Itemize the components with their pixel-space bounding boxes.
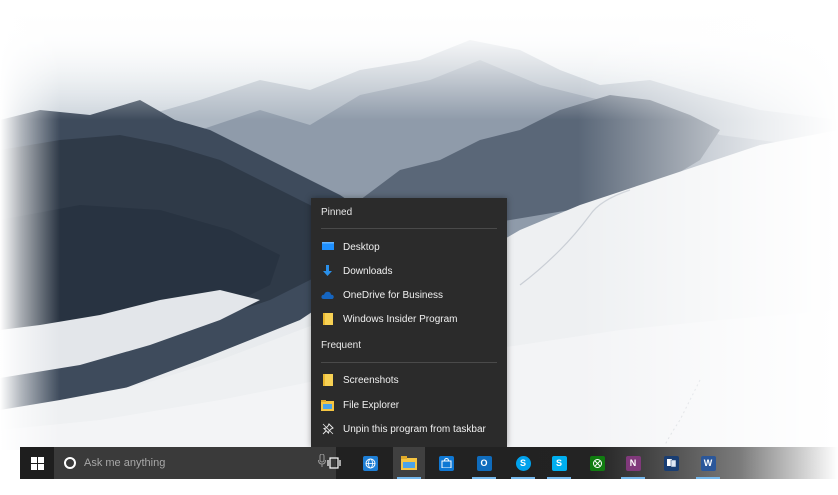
solitaire-icon	[663, 455, 679, 471]
task-view-button[interactable]	[318, 447, 350, 479]
running-indicator	[547, 477, 571, 479]
divider	[321, 228, 497, 229]
taskbar-app-skype[interactable]: S	[543, 447, 575, 479]
skype-icon: S	[551, 455, 567, 471]
jumplist-item-label: Downloads	[343, 265, 393, 277]
taskbar-app-outlook[interactable]: O	[468, 447, 500, 479]
store-icon	[438, 455, 454, 471]
running-indicator	[696, 477, 720, 479]
start-button[interactable]	[20, 447, 54, 479]
taskbar-app-word[interactable]: W	[692, 447, 724, 479]
jumplist-item-label: OneDrive for Business	[343, 289, 444, 301]
folder-icon	[321, 374, 334, 387]
cortana-icon	[64, 457, 76, 469]
jumplist-item-file-explorer[interactable]: File Explorer	[311, 394, 507, 416]
desktop-icon	[321, 241, 334, 254]
frequent-header: Frequent	[321, 340, 362, 351]
search-placeholder: Ask me anything	[84, 457, 166, 469]
outlook-icon: O	[476, 455, 492, 471]
xbox-icon	[589, 455, 605, 471]
jumplist-item-downloads[interactable]: Downloads	[311, 260, 507, 282]
taskbar-app-skype-for-business[interactable]: S	[507, 447, 539, 479]
running-indicator	[472, 477, 496, 479]
unpin-from-taskbar[interactable]: Unpin this program from taskbar	[311, 418, 507, 440]
onenote-icon: N	[625, 455, 641, 471]
running-indicator	[621, 477, 645, 479]
task-view-icon	[327, 457, 341, 469]
file-explorer-icon	[321, 399, 334, 412]
jumplist-item-screenshots[interactable]: Screenshots	[311, 369, 507, 391]
divider	[321, 362, 497, 363]
taskbar-app-file-explorer[interactable]	[393, 447, 425, 479]
taskbar-app-internet-explorer[interactable]	[354, 447, 386, 479]
jumplist-item-label: Desktop	[343, 241, 380, 253]
running-indicator	[511, 477, 535, 479]
jumplist-item-desktop[interactable]: Desktop	[311, 236, 507, 258]
jumplist-item-label: File Explorer	[343, 399, 400, 411]
taskbar: Ask me anything O S S N W	[20, 447, 838, 479]
taskbar-app-onenote[interactable]: N	[617, 447, 649, 479]
windows-logo-icon	[30, 456, 44, 470]
edge-icon	[362, 455, 378, 471]
taskbar-app-store[interactable]	[430, 447, 462, 479]
jumplist-item-label: Screenshots	[343, 374, 399, 386]
jumplist-item-label: Windows Insider Program	[343, 313, 458, 325]
word-icon: W	[700, 455, 716, 471]
onedrive-icon	[321, 289, 334, 302]
jumplist-item-onedrive[interactable]: OneDrive for Business	[311, 284, 507, 306]
taskbar-app-xbox[interactable]	[581, 447, 613, 479]
taskbar-app-solitaire[interactable]	[655, 447, 687, 479]
jumplist-item-label: Unpin this program from taskbar	[343, 423, 486, 435]
jumplist-item-windows-insider-program[interactable]: Windows Insider Program	[311, 308, 507, 330]
file-explorer-icon	[401, 456, 417, 470]
pinned-header: Pinned	[321, 207, 353, 218]
downloads-icon	[321, 265, 334, 278]
unpin-icon	[321, 423, 334, 436]
running-indicator	[397, 477, 421, 479]
cortana-search-box[interactable]: Ask me anything	[54, 447, 336, 479]
skype-business-icon: S	[515, 455, 531, 471]
folder-icon	[321, 313, 334, 326]
file-explorer-jumplist: Pinned Desktop Downloads OneDrive for Bu…	[311, 198, 507, 447]
